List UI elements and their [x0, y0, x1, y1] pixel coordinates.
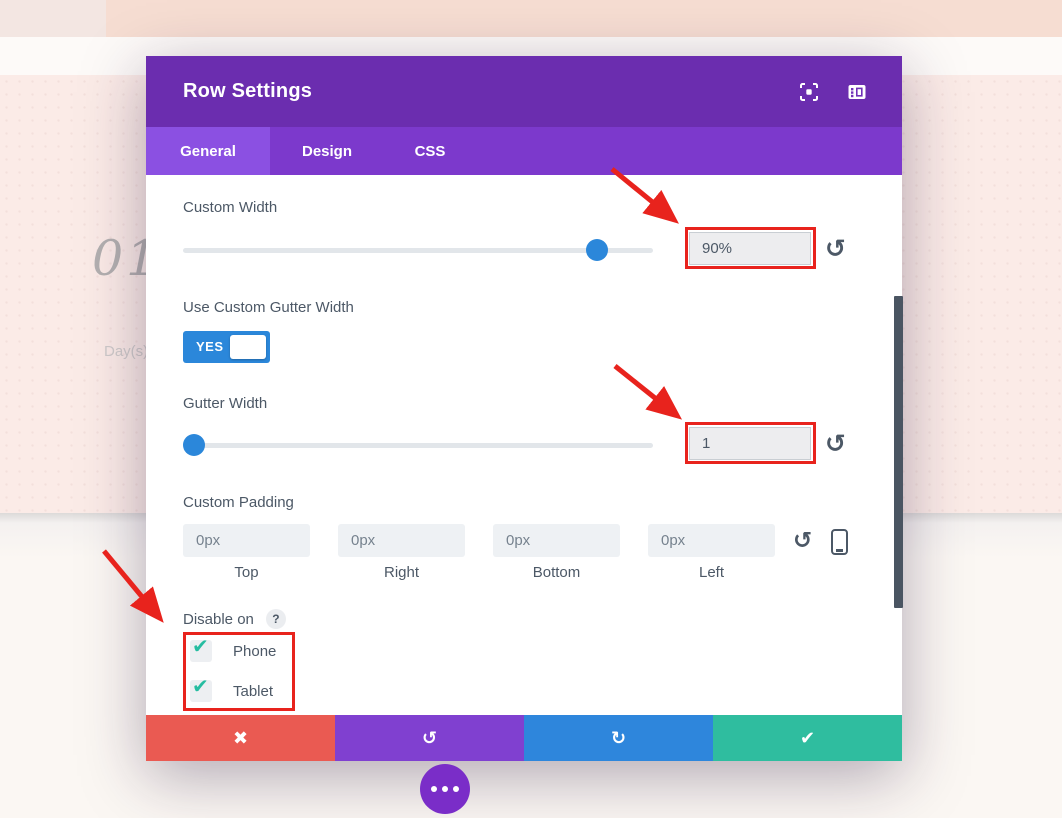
custom-width-slider[interactable]	[183, 239, 653, 261]
gutter-width-input[interactable]: 1	[689, 427, 811, 460]
undo-button[interactable]: ↺	[335, 715, 524, 761]
modal-tabbar: General Design CSS	[146, 127, 902, 175]
padding-top-caption: Top	[234, 564, 259, 581]
disable-on-row: Disable on ?	[183, 609, 286, 629]
modal-footer: ✖ ↺ ↻ ✔	[146, 715, 902, 761]
check-icon: ✔	[192, 634, 209, 658]
responsive-phone-icon[interactable]	[831, 529, 848, 555]
use-custom-gutter-label: Use Custom Gutter Width	[183, 299, 354, 316]
modal-header: Row Settings	[146, 56, 902, 127]
padding-bottom-caption: Bottom	[532, 564, 581, 581]
padding-top-input[interactable]: 0px	[183, 524, 310, 557]
row-settings-modal: Row Settings General Design CSS Custom W…	[146, 56, 902, 761]
tab-general[interactable]: General	[146, 127, 270, 175]
disable-on-label: Disable on	[183, 610, 254, 628]
tab-css[interactable]: CSS	[384, 127, 476, 175]
tab-design[interactable]: Design	[270, 127, 384, 175]
custom-padding-reset-icon[interactable]: ↺	[793, 530, 812, 553]
padding-left-caption: Left	[698, 564, 725, 581]
custom-width-reset-icon[interactable]: ↺	[825, 236, 846, 261]
toggle-knob[interactable]	[230, 335, 266, 359]
custom-width-input[interactable]: 90%	[689, 232, 811, 265]
ellipsis-icon	[453, 786, 459, 792]
check-icon: ✔	[192, 674, 209, 698]
help-badge[interactable]: ?	[265, 609, 286, 629]
dock-modal-icon[interactable]	[848, 83, 866, 101]
disable-on-tablet-option[interactable]: ✔ Tablet	[190, 674, 274, 702]
tablet-checkbox[interactable]: ✔	[190, 674, 212, 702]
padding-left-input[interactable]: 0px	[648, 524, 775, 557]
gutter-width-label: Gutter Width	[183, 395, 268, 412]
phone-checkbox-label: Phone	[233, 642, 277, 660]
custom-width-label: Custom Width	[183, 199, 278, 216]
tablet-checkbox-label: Tablet	[233, 682, 274, 700]
modal-body: Custom Width 90% ↺ Use Custom Gutter Wid…	[146, 175, 902, 715]
gutter-width-slider-thumb[interactable]	[183, 434, 205, 456]
background-block-top-left	[0, 0, 106, 37]
background-block-top-bar	[106, 0, 1062, 37]
background-countdown-caption: Day(s)	[104, 343, 149, 360]
ellipsis-icon	[431, 786, 437, 792]
redo-button[interactable]: ↻	[524, 715, 713, 761]
ellipsis-icon	[442, 786, 448, 792]
gutter-width-slider[interactable]	[183, 434, 653, 456]
modal-title: Row Settings	[183, 80, 313, 102]
save-button[interactable]: ✔	[713, 715, 902, 761]
expand-modal-icon[interactable]	[800, 82, 818, 101]
modal-scrollbar[interactable]	[894, 296, 903, 608]
use-custom-gutter-toggle[interactable]: YES	[183, 331, 270, 363]
padding-right-input[interactable]: 0px	[338, 524, 465, 557]
custom-width-slider-thumb[interactable]	[586, 239, 608, 261]
modal-header-icons	[800, 82, 866, 101]
disable-on-phone-option[interactable]: ✔ Phone	[190, 634, 277, 662]
cancel-button[interactable]: ✖	[146, 715, 335, 761]
gutter-width-reset-icon[interactable]: ↺	[825, 431, 846, 456]
phone-checkbox[interactable]: ✔	[190, 634, 212, 662]
toggle-yes-label: YES	[196, 339, 224, 354]
padding-bottom-input[interactable]: 0px	[493, 524, 620, 557]
custom-padding-label: Custom Padding	[183, 494, 294, 511]
padding-right-caption: Right	[383, 564, 420, 581]
page-settings-fab[interactable]	[420, 764, 470, 814]
